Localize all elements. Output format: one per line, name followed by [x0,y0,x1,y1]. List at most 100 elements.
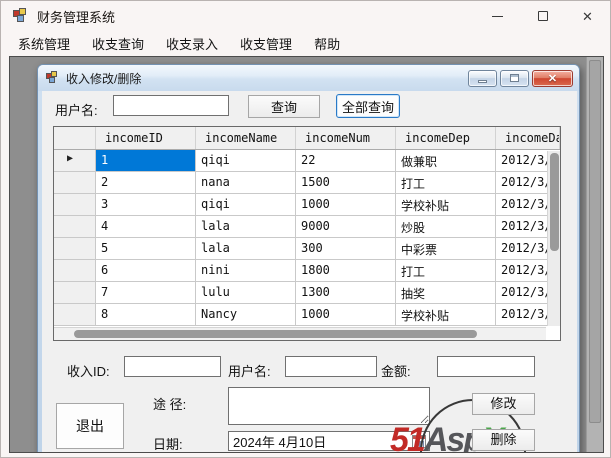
grid-row-header[interactable] [54,194,96,215]
way-input[interactable] [228,387,430,425]
grid-column-header[interactable]: incomeID [96,127,196,149]
menu-item-income-entry[interactable]: 收支录入 [157,31,227,56]
grid-column-header[interactable]: incomeName [196,127,296,149]
grid-cell[interactable]: 做兼职 [396,150,496,171]
child-window: 收入修改/删除 ✕ 用户名: 查询 全部查询 incomeIDincomeNa [37,64,580,452]
minimize-button[interactable] [475,1,520,31]
grid-cell[interactable]: 7 [96,282,196,303]
grid-cell[interactable]: 打工 [396,172,496,193]
menu-item-income-manage[interactable]: 收支管理 [231,31,301,56]
minimize-icon [492,15,503,17]
table-row: 4 lala 9000 炒股 2012/3/1 [54,216,560,238]
grid-row-header[interactable] [54,172,96,193]
menu-item-help[interactable]: 帮助 [305,31,349,56]
grid-cell[interactable]: 300 [296,238,396,259]
grid-horizontal-scrollbar[interactable] [54,327,546,340]
grid-cell[interactable]: qiqi [196,194,296,215]
grid-column-header[interactable]: incomeDate [496,127,560,149]
grid-row-header[interactable] [54,282,96,303]
grid-cell[interactable]: 5 [96,238,196,259]
maximize-button[interactable] [520,1,565,31]
close-button[interactable]: ✕ [565,1,610,31]
main-titlebar: 财务管理系统 ✕ [1,1,610,31]
current-row-arrow-icon: ▶ [67,153,74,164]
grid-row-header[interactable] [54,260,96,281]
form-username-input[interactable] [285,356,377,377]
grid-cell[interactable]: nana [196,172,296,193]
child-minimize-button[interactable] [468,69,497,87]
table-row: 2 nana 1500 打工 2012/3/2 [54,172,560,194]
grid-row-header[interactable] [54,304,96,325]
main-window: 财务管理系统 ✕ 系统管理 收支查询 收支录入 收支管理 帮助 收入修改/删除 [0,0,611,458]
grid-cell[interactable]: 1500 [296,172,396,193]
grid-cell[interactable]: 1800 [296,260,396,281]
date-picker-value: 2024年 4月10日 [233,434,327,450]
grid-cell[interactable]: 1300 [296,282,396,303]
grid-cell[interactable]: 1000 [296,194,396,215]
grid-cell[interactable]: 22 [296,150,396,171]
menubar: 系统管理 收支查询 收支录入 收支管理 帮助 [9,31,602,55]
grid-cell[interactable]: 1000 [296,304,396,325]
mdi-vertical-scrollbar-thumb[interactable] [589,60,601,424]
amount-input[interactable] [437,356,535,377]
table-row: ▶ 1 qiqi 22 做兼职 2012/3/2 [54,150,560,172]
menu-item-income-query[interactable]: 收支查询 [83,31,153,56]
mdi-vertical-scrollbar[interactable] [586,57,603,452]
table-row: 5 lala 300 中彩票 2012/3/2 [54,238,560,260]
grid-cell[interactable]: 8 [96,304,196,325]
grid-column-header[interactable]: incomeNum [296,127,396,149]
child-minimize-icon [478,79,487,83]
grid-cell[interactable]: 学校补贴 [396,304,496,325]
income-id-input[interactable] [124,356,221,377]
query-username-input[interactable] [113,95,229,116]
grid-cell[interactable]: 炒股 [396,216,496,237]
query-button[interactable]: 查询 [248,95,320,118]
delete-button[interactable]: 删除 [472,429,535,451]
grid-cell[interactable]: lulu [196,282,296,303]
table-row: 3 qiqi 1000 学校补贴 2012/3/2 [54,194,560,216]
grid-cell[interactable]: qiqi [196,150,296,171]
query-all-button[interactable]: 全部查询 [336,94,400,118]
grid-row-header[interactable]: ▶ [54,150,96,171]
app-icon-part [19,8,26,15]
grid-cell[interactable]: 中彩票 [396,238,496,259]
way-label: 途 径: [153,397,187,412]
grid-cell[interactable]: 3 [96,194,196,215]
table-row: 8 Nancy 1000 学校补贴 2012/3/2 [54,304,560,326]
exit-button[interactable]: 退出 [56,403,124,449]
grid-row-header[interactable] [54,238,96,259]
income-id-label: 收入ID: [67,364,110,379]
grid-vertical-scrollbar-thumb[interactable] [550,153,559,251]
grid-cell[interactable]: 4 [96,216,196,237]
grid-cell[interactable]: 学校补贴 [396,194,496,215]
grid-cell[interactable]: 1 [96,150,196,171]
grid-column-header[interactable]: incomeDep [396,127,496,149]
grid-cell[interactable]: Nancy [196,304,296,325]
child-restore-button[interactable] [500,69,529,87]
grid-cell[interactable]: 抽奖 [396,282,496,303]
grid-cell[interactable]: lala [196,238,296,259]
table-row: 7 lulu 1300 抽奖 2012/3/2 [54,282,560,304]
grid-horizontal-scrollbar-thumb[interactable] [74,330,477,338]
menu-item-system-manage[interactable]: 系统管理 [9,31,79,56]
child-titlebar[interactable]: 收入修改/删除 ✕ [38,65,579,91]
calendar-icon[interactable] [412,435,426,448]
close-icon: ✕ [582,8,593,24]
grid-row-header[interactable] [54,216,96,237]
window-controls: ✕ [475,1,610,31]
date-label: 日期: [153,437,183,452]
modify-button[interactable]: 修改 [472,393,535,415]
grid-corner-cell[interactable] [54,127,96,149]
grid-vertical-scrollbar[interactable] [547,151,560,326]
maximize-icon [537,11,548,21]
amount-label: 金额: [381,364,411,379]
app-icon-part [17,15,24,22]
grid-cell[interactable]: 打工 [396,260,496,281]
grid-cell[interactable]: 9000 [296,216,396,237]
date-picker[interactable]: 2024年 4月10日 [228,431,430,451]
grid-cell[interactable]: 2 [96,172,196,193]
grid-cell[interactable]: 6 [96,260,196,281]
child-close-button[interactable]: ✕ [532,69,573,87]
grid-cell[interactable]: nini [196,260,296,281]
grid-cell[interactable]: lala [196,216,296,237]
